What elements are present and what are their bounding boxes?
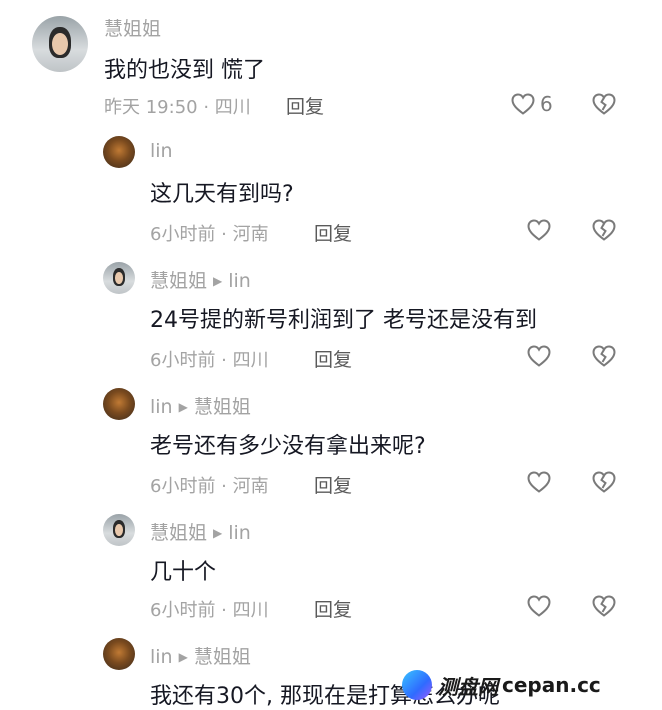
- like-button[interactable]: [526, 344, 552, 368]
- broken-heart-icon: [591, 344, 617, 368]
- reply-button[interactable]: 回复: [314, 219, 352, 246]
- avatar[interactable]: [103, 638, 135, 670]
- comment-text: 这几天有到吗?: [150, 182, 294, 207]
- comment-item: 慧姐姐 我的也没到 慌了 昨天 19:50 · 四川 回复 6: [0, 0, 662, 130]
- dislike-button[interactable]: [591, 218, 617, 242]
- watermark-en: cepan.cc: [502, 673, 601, 697]
- reply-to-name[interactable]: lin: [228, 522, 251, 544]
- heart-icon: [526, 470, 552, 494]
- broken-heart-icon: [591, 594, 617, 618]
- reply-to-name[interactable]: 慧姐姐: [194, 646, 251, 668]
- like-button[interactable]: 6: [510, 92, 553, 116]
- dislike-button[interactable]: [591, 92, 617, 116]
- comment-text: 老号还有多少没有拿出来呢?: [150, 434, 426, 459]
- broken-heart-icon: [591, 92, 617, 116]
- watermark: 测盘网 cepan.cc: [402, 668, 601, 702]
- comment-author[interactable]: lin ▶ 慧姐姐: [150, 392, 251, 419]
- dislike-button[interactable]: [591, 470, 617, 494]
- avatar[interactable]: [103, 514, 135, 546]
- reply-button[interactable]: 回复: [314, 471, 352, 498]
- comment-meta: 6小时前 · 河南: [150, 476, 269, 497]
- comment-meta: 6小时前 · 河南: [150, 224, 269, 245]
- reply-to-name[interactable]: 慧姐姐: [194, 396, 251, 418]
- broken-heart-icon: [591, 470, 617, 494]
- dislike-button[interactable]: [591, 344, 617, 368]
- reply-button[interactable]: 回复: [314, 345, 352, 372]
- heart-icon: [526, 218, 552, 242]
- reply-arrow-icon: ▶: [213, 274, 223, 288]
- comment-text: 24号提的新号利润到了 老号还是没有到: [150, 308, 537, 333]
- comment-text: 我的也没到 慌了: [104, 58, 265, 83]
- reply-button[interactable]: 回复: [286, 92, 324, 119]
- like-count: 6: [540, 92, 553, 116]
- reply-comment-item: 慧姐姐 ▶ lin 24号提的新号利润到了 老号还是没有到 6小时前 · 四川 回复: [0, 258, 662, 378]
- reply-to-name[interactable]: lin: [228, 270, 251, 292]
- watermark-logo-icon: [402, 670, 432, 700]
- avatar[interactable]: [32, 16, 88, 72]
- heart-icon: [526, 344, 552, 368]
- comment-author[interactable]: 慧姐姐 ▶ lin: [150, 518, 251, 545]
- dislike-button[interactable]: [591, 594, 617, 618]
- reply-comment-item: lin 这几天有到吗? 6小时前 · 河南 回复: [0, 132, 662, 252]
- reply-button[interactable]: 回复: [314, 595, 352, 622]
- heart-icon: [510, 92, 536, 116]
- like-button[interactable]: [526, 594, 552, 618]
- broken-heart-icon: [591, 218, 617, 242]
- comment-author[interactable]: lin ▶ 慧姐姐: [150, 642, 251, 669]
- reply-arrow-icon: ▶: [213, 526, 223, 540]
- comment-meta: 6小时前 · 四川: [150, 600, 269, 621]
- comment-author[interactable]: 慧姐姐: [104, 14, 161, 41]
- reply-arrow-icon: ▶: [178, 400, 188, 414]
- avatar[interactable]: [103, 136, 135, 168]
- reply-comment-item: 慧姐姐 ▶ lin 几十个 6小时前 · 四川 回复: [0, 510, 662, 630]
- watermark-cn: 测盘网: [438, 674, 498, 699]
- comment-author[interactable]: 慧姐姐 ▶ lin: [150, 266, 251, 293]
- reply-comment-item: lin ▶ 慧姐姐 老号还有多少没有拿出来呢? 6小时前 · 河南 回复: [0, 384, 662, 504]
- avatar[interactable]: [103, 388, 135, 420]
- avatar[interactable]: [103, 262, 135, 294]
- comment-text: 几十个: [150, 560, 217, 585]
- reply-arrow-icon: ▶: [178, 650, 188, 664]
- comment-meta: 6小时前 · 四川: [150, 350, 269, 371]
- comment-meta: 昨天 19:50 · 四川: [104, 97, 251, 118]
- like-button[interactable]: [526, 470, 552, 494]
- like-button[interactable]: [526, 218, 552, 242]
- comment-author[interactable]: lin: [150, 140, 173, 162]
- heart-icon: [526, 594, 552, 618]
